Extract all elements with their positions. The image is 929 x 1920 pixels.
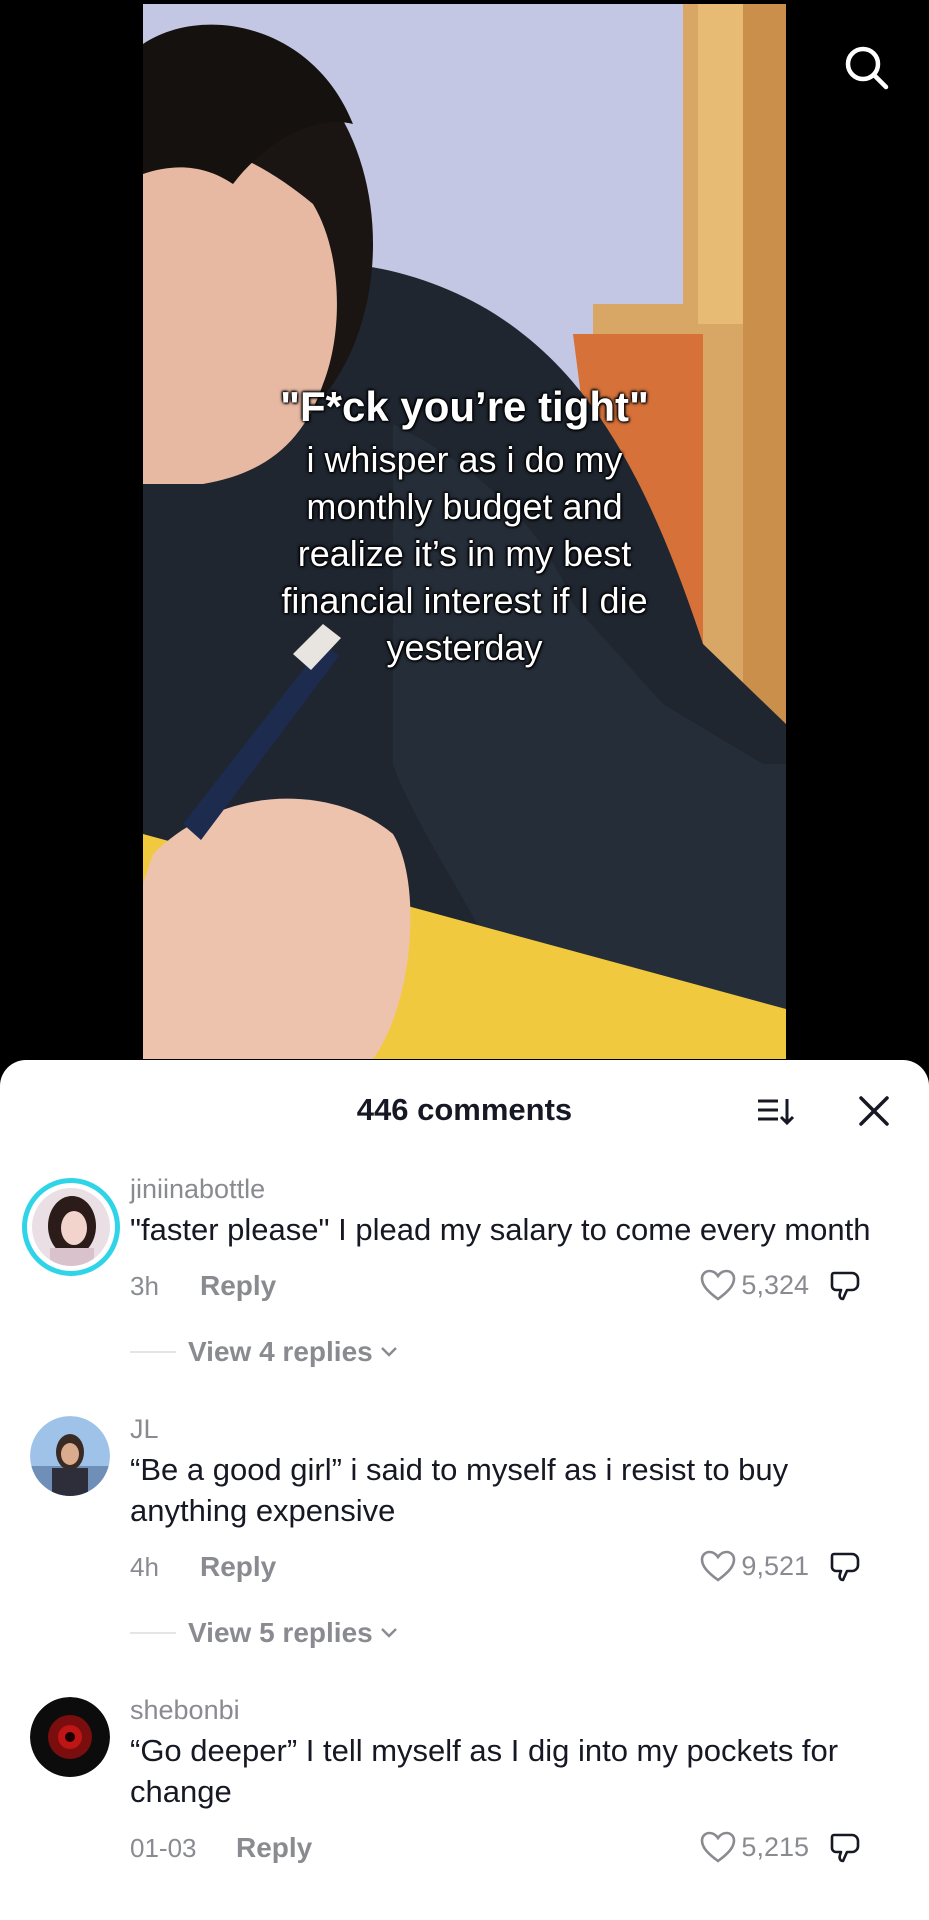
divider [130,1632,176,1634]
view-replies-button[interactable]: View 4 replies [188,1336,373,1368]
caption-line: i whisper as i do my [306,439,623,480]
chevron-down-icon [379,1626,399,1640]
comment-username[interactable]: JL [130,1412,889,1446]
caption-line: yesterday [386,627,543,668]
close-icon [859,1096,889,1126]
reply-button[interactable]: Reply [200,1270,276,1302]
like-count: 5,215 [741,1831,809,1862]
reply-button[interactable]: Reply [200,1551,276,1583]
comment-username[interactable]: shebonbi [130,1693,889,1727]
comment-item: shebonbi “Go deeper” I tell myself as I … [0,1693,929,1874]
avatar[interactable] [30,1416,110,1496]
sort-button[interactable] [753,1088,799,1134]
dislike-icon [830,1552,860,1582]
comment-item: JL “Be a good girl” i said to myself as … [0,1412,929,1655]
dislike-icon [830,1833,860,1863]
like-button[interactable]: 5,215 [699,1830,809,1864]
reply-button[interactable]: Reply [236,1832,312,1864]
comment-text: “Be a good girl” i said to myself as i r… [130,1452,789,1528]
heart-icon [701,1831,736,1863]
comment-time: 4h [130,1551,159,1582]
heart-icon [701,1550,736,1582]
caption-line: realize it’s in my best [297,533,632,574]
comments-sheet: 446 comments jiniinabottle "faster pleas… [0,1060,929,1920]
sort-icon [758,1099,795,1126]
dislike-button[interactable] [825,1266,865,1306]
comment-item: jiniinabottle "faster please" I plead my… [0,1172,929,1374]
dislike-button[interactable] [825,1547,865,1587]
caption-line: financial interest if I die [281,580,648,621]
comment-username[interactable]: jiniinabottle [130,1172,889,1206]
avatar-image [30,1416,110,1496]
caption-line: monthly budget and [306,486,623,527]
close-button[interactable] [849,1086,899,1136]
like-button[interactable]: 5,324 [699,1268,809,1302]
view-replies-row: View 5 replies [130,1611,889,1655]
caption-headline: "F*ck you’re tight" [280,383,649,430]
comment-meta: 3h Reply 5,324 [130,1260,889,1312]
avatar[interactable] [22,1178,120,1276]
avatar[interactable] [30,1697,110,1777]
video-player[interactable]: "F*ck you’re tight" i whisper as i do my… [143,4,786,1059]
dislike-icon [830,1271,860,1301]
screen: "F*ck you’re tight" i whisper as i do my… [0,0,929,1920]
like-count: 9,521 [741,1550,809,1581]
avatar-image [32,1188,110,1266]
comment-meta: 4h Reply 9,521 [130,1541,889,1593]
comment-meta: 01-03 Reply 5,215 [130,1822,889,1874]
search-icon [845,46,889,90]
divider [130,1351,176,1353]
search-button[interactable] [839,40,895,96]
heart-icon [701,1269,736,1301]
comment-time: 01-03 [130,1832,197,1863]
video-caption: "F*ck you’re tight" i whisper as i do my… [183,382,746,671]
comments-count-title: 446 comments [356,1092,573,1127]
like-button[interactable]: 9,521 [699,1549,809,1583]
like-count: 5,324 [741,1269,809,1300]
comments-header: 446 comments [0,1060,929,1160]
view-replies-button[interactable]: View 5 replies [188,1617,373,1649]
comment-text: "faster please" I plead my salary to com… [130,1212,871,1247]
chevron-down-icon [379,1345,399,1359]
comment-text: “Go deeper” I tell myself as I dig into … [130,1733,839,1809]
dislike-button[interactable] [825,1828,865,1868]
view-replies-row: View 4 replies [130,1330,889,1374]
avatar-image [30,1697,110,1777]
comment-time: 3h [130,1270,159,1301]
